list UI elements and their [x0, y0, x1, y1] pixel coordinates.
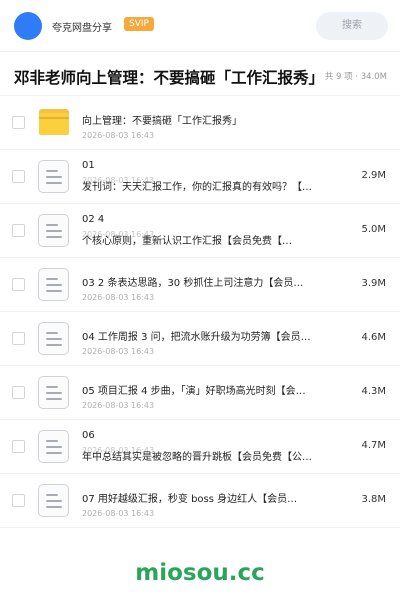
select-checkbox[interactable] [12, 332, 25, 345]
list-item[interactable]: 04 工作周报 3 问，把流水账升级为功劳簿【会员… 2026-08-03 16… [0, 312, 400, 366]
file-name: 向上管理：不要搞砸「工作汇报秀」 [82, 116, 242, 127]
document-icon [38, 214, 69, 247]
file-name-continued: 个核心原则，重新认识工作汇报【会员免费【… [82, 236, 292, 247]
document-icon [38, 160, 69, 193]
file-date: 2026-08-03 16:43 [82, 509, 155, 518]
document-icon [38, 430, 69, 463]
document-icon [38, 484, 69, 517]
file-size: 2.9M [361, 170, 386, 181]
file-name: 04 工作周报 3 问，把流水账升级为功劳簿【会员… [82, 332, 311, 343]
list-item[interactable]: 2026-08-03 16:43 02 4 个核心原则，重新认识工作汇报【会员免… [0, 204, 400, 258]
select-checkbox[interactable] [12, 494, 25, 507]
select-checkbox[interactable] [12, 224, 25, 237]
share-name: 夸克网盘分享 [52, 23, 112, 34]
list-item[interactable]: 05 项目汇报 4 步曲，「演」好职场高光时刻【会… 2026-08-03 16… [0, 366, 400, 420]
list-item[interactable]: 07 用好越级汇报，秒变 boss 身边红人【会员… 2026-08-03 16… [0, 474, 400, 528]
select-checkbox[interactable] [12, 278, 25, 291]
file-name: 07 用好越级汇报，秒变 boss 身边红人【会员… [82, 494, 298, 505]
list-item[interactable]: 2026-08-03 16:43 01 发刊词：天天汇报工作，你的汇报真的有效吗… [0, 150, 400, 204]
file-date: 2026-08-03 16:43 [82, 131, 155, 140]
file-name: 01 [82, 160, 95, 171]
page-title: 邓非老师向上管理：不要搞砸「工作汇报秀」 [14, 69, 325, 87]
document-icon [38, 322, 69, 355]
avatar[interactable] [14, 12, 42, 40]
select-checkbox[interactable] [12, 170, 25, 183]
file-name: 06 [82, 430, 95, 441]
folder-header: 邓非老师向上管理：不要搞砸「工作汇报秀」 共 9 项 · 34.0M [0, 52, 400, 96]
folder-icon [39, 109, 69, 135]
top-bar: 夸克网盘分享 SVIP 搜索 [0, 0, 400, 52]
svip-badge: SVIP [124, 17, 154, 31]
document-icon [38, 268, 69, 301]
search-button[interactable]: 搜索 [316, 12, 388, 40]
file-name-continued: 发刊词：天天汇报工作，你的汇报真的有效吗？【… [82, 182, 312, 193]
file-date: 2026-08-03 16:43 [82, 347, 155, 356]
file-name-continued: 年中总结其实是被忽略的晋升跳板【会员免费【公… [82, 452, 312, 463]
file-size: 3.9M [361, 278, 386, 289]
select-checkbox[interactable] [12, 386, 25, 399]
select-checkbox[interactable] [12, 116, 25, 129]
watermark: miosou.cc [135, 560, 265, 586]
file-size: 3.8M [361, 494, 386, 505]
list-item[interactable]: 03 2 条表达思路，30 秒抓住上司注意力【会员… 2026-08-03 16… [0, 258, 400, 312]
file-size: 5.0M [361, 224, 386, 235]
file-list: 向上管理：不要搞砸「工作汇报秀」 2026-08-03 16:43 2026-0… [0, 96, 400, 528]
item-count: 共 9 项 · 34.0M [324, 72, 387, 82]
file-date: 2026-08-03 16:43 [82, 293, 155, 302]
file-name: 03 2 条表达思路，30 秒抓住上司注意力【会员… [82, 278, 304, 289]
file-size: 4.7M [361, 440, 386, 451]
file-name: 02 4 [82, 214, 105, 225]
list-item[interactable]: 2026-08-03 16:43 06 年中总结其实是被忽略的晋升跳板【会员免费… [0, 420, 400, 474]
file-date: 2026-08-03 16:43 [82, 401, 155, 410]
list-item[interactable]: 向上管理：不要搞砸「工作汇报秀」 2026-08-03 16:43 [0, 96, 400, 150]
file-size: 4.6M [361, 332, 386, 343]
file-name: 05 项目汇报 4 步曲，「演」好职场高光时刻【会… [82, 386, 306, 397]
document-icon [38, 376, 69, 409]
select-checkbox[interactable] [12, 440, 25, 453]
file-size: 4.3M [361, 386, 386, 397]
